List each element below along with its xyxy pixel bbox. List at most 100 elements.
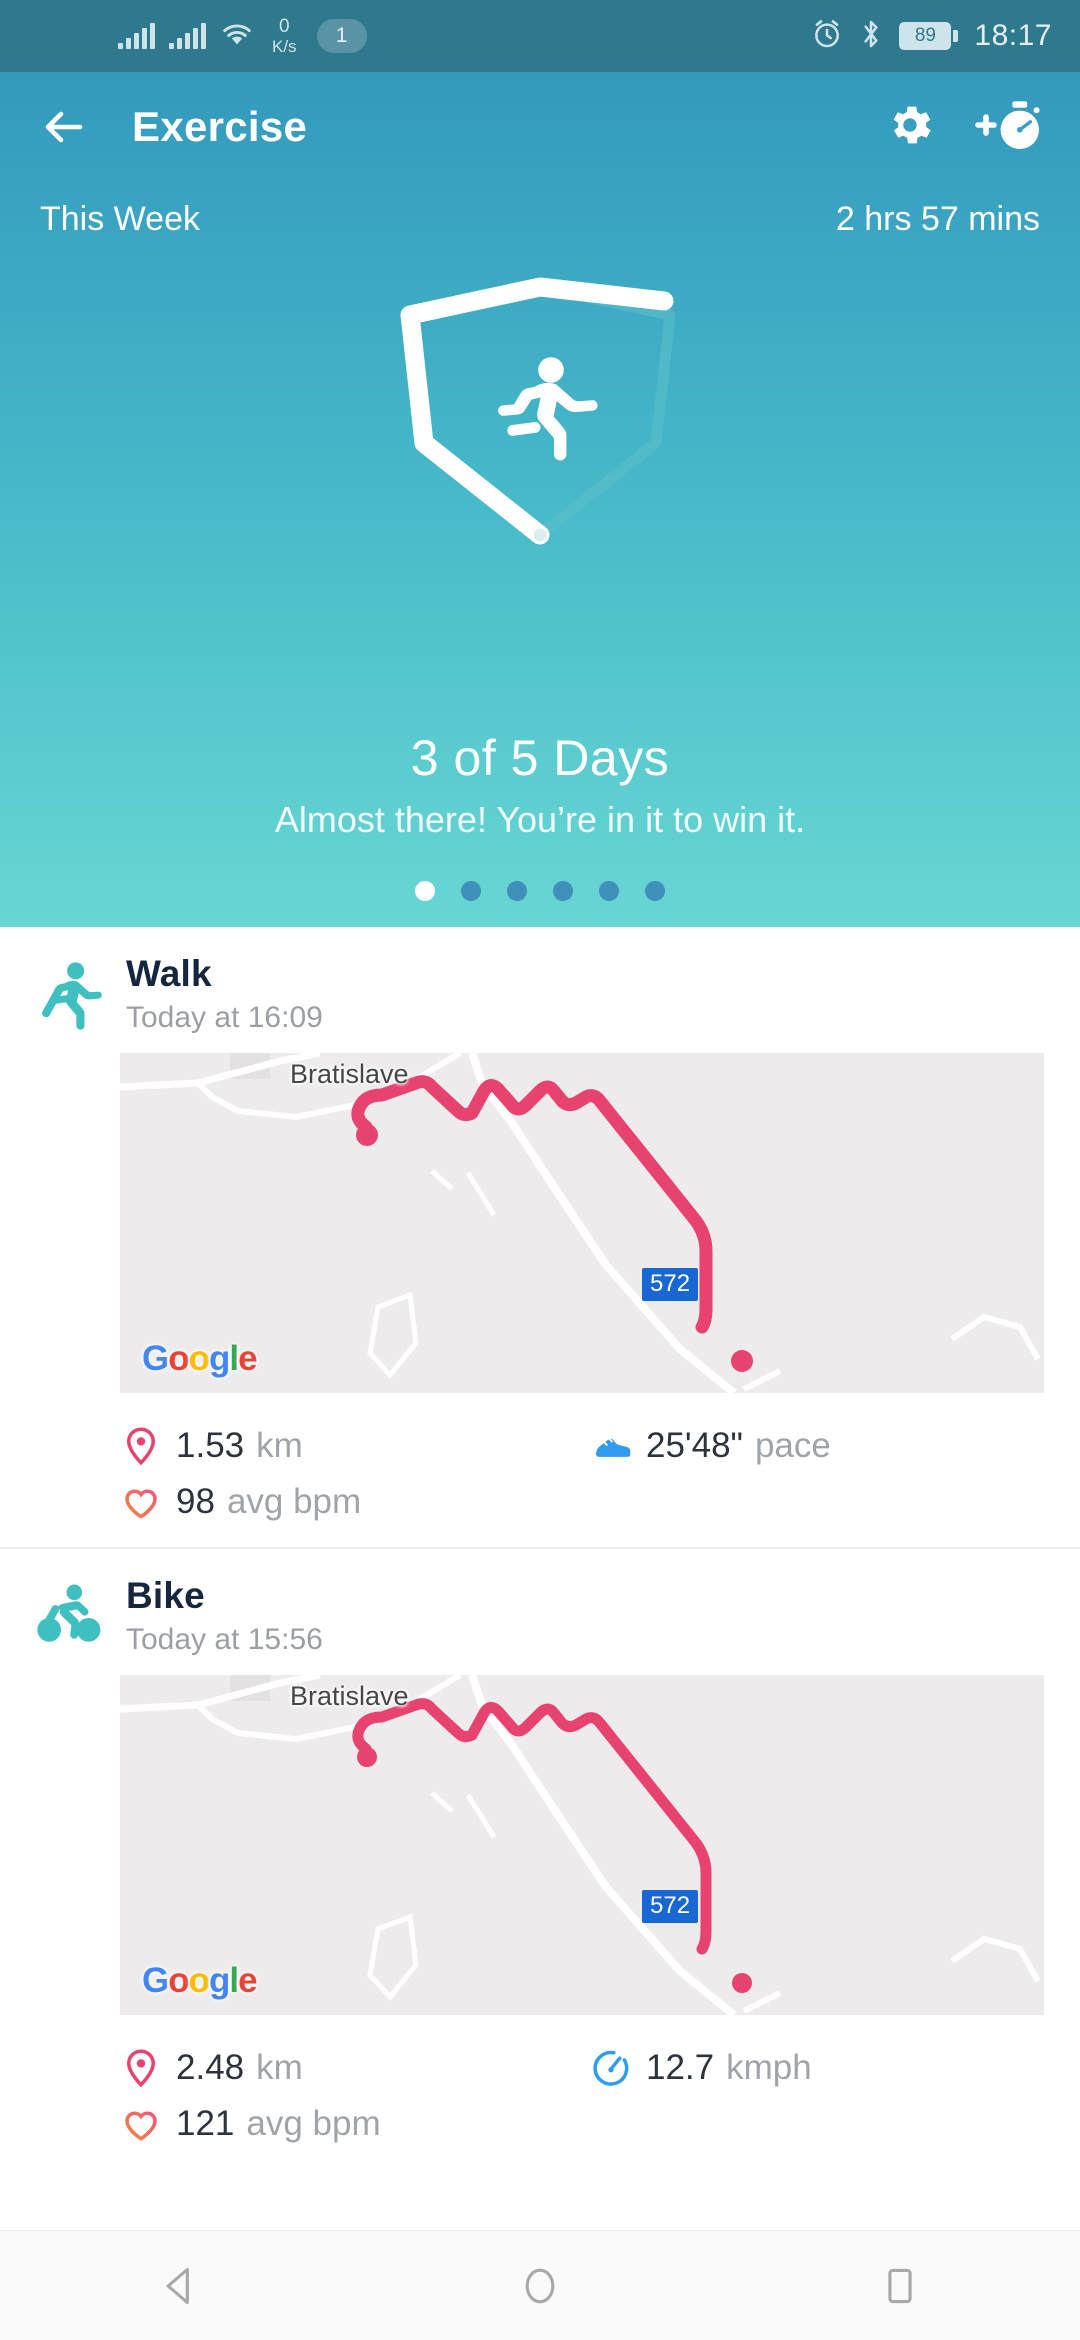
pager-dot-5[interactable] [599,881,619,901]
stat-distance: 2.48 km [120,2047,590,2089]
notification-count-badge: 1 [317,19,367,53]
activity-header: Walk Today at 16:09 [0,953,1080,1035]
network-speed-indicator: 0 K/s [272,17,297,55]
stat-row: 2.48 km 12.7 kmph [120,2047,1044,2089]
google-logo-g2: g [209,1961,229,2000]
stat-unit: km [256,1426,303,1466]
google-logo-g2: g [209,1339,229,1378]
add-stopwatch-icon[interactable] [968,97,1044,158]
stat-row: 121 avg bpm [120,2103,1044,2145]
walking-figure-icon [34,957,108,1031]
stat-row: 98 avg bpm [120,1481,1044,1523]
pager-dot-4[interactable] [553,881,573,901]
status-bar-right: 89 18:17 [811,18,1052,55]
gear-icon[interactable] [884,99,936,156]
encouragement-text: Almost there! You’re in it to win it. [0,799,1080,841]
activity-stats: 1.53 km 25'48" pace [0,1393,1080,1547]
week-label: This Week [40,200,200,239]
activity-meta: Bike Today at 15:56 [126,1575,323,1657]
exercise-hero: Exercise [0,72,1080,927]
week-total-time: 2 hrs 57 mins [836,200,1040,239]
google-logo-g1: G [142,1339,168,1378]
nav-recents-icon[interactable] [840,2231,960,2340]
stat-value: 121 [176,2104,234,2144]
stat-value: 2.48 [176,2048,244,2088]
stat-row: 1.53 km 25'48" pace [120,1425,1044,1467]
google-logo-e: e [238,1961,256,2000]
stat-unit: pace [755,1426,831,1466]
app-bar-actions [884,97,1044,158]
highway-shield-icon: 572 [642,1268,698,1301]
stat-pace: 25'48" pace [590,1425,831,1467]
activity-route-map[interactable]: Bratislave 572 Google [120,1053,1044,1393]
activity-timestamp: Today at 15:56 [126,1623,323,1657]
activity-title: Walk [126,953,323,995]
heart-icon [120,2103,162,2145]
stat-unit: km [256,2048,303,2088]
signal-bars-icon [118,23,155,49]
battery-level: 89 [901,24,949,48]
signal-bars-icon-2 [169,23,206,49]
nav-back-icon[interactable] [120,2231,240,2340]
google-logo-e: e [238,1339,256,1378]
stat-unit: avg bpm [227,1482,361,1522]
google-logo-o2: o [189,1339,209,1378]
google-logo-o2: o [189,1961,209,2000]
heart-icon [120,1481,162,1523]
days-progress-text: 3 of 5 Days [0,729,1080,787]
hero-caption: 3 of 5 Days Almost there! You’re in it t… [0,729,1080,847]
stat-heart-rate: 121 avg bpm [120,2103,590,2145]
activity-header: Bike Today at 15:56 [0,1575,1080,1657]
app-screen: 0 K/s 1 89 18:17 [0,0,1080,2340]
pager-dot-3[interactable] [507,881,527,901]
nav-home-icon[interactable] [480,2231,600,2340]
stat-heart-rate: 98 avg bpm [120,1481,590,1523]
shoe-icon [590,1425,632,1467]
google-logo-o1: o [168,1339,188,1378]
google-logo-g1: G [142,1961,168,2000]
google-logo-o1: o [168,1961,188,2000]
activity-list: Walk Today at 16:09 [0,927,1080,2230]
stat-unit: avg bpm [246,2104,380,2144]
android-nav-bar [0,2230,1080,2340]
badge-progress-ring [380,267,700,567]
alarm-icon [811,18,843,55]
pager-dot-2[interactable] [461,881,481,901]
google-logo-l: l [229,1961,238,2000]
location-pin-icon [120,1425,162,1467]
activity-card-walk[interactable]: Walk Today at 16:09 [0,927,1080,1547]
location-pin-icon [120,2047,162,2089]
running-figure-icon [498,357,598,460]
map-canvas [120,1675,1044,2015]
status-bar-clock: 18:17 [974,19,1052,53]
network-speed-value: 0 [279,17,290,36]
hero-pager [0,847,1080,927]
wifi-icon [220,20,254,53]
battery-icon: 89 [899,22,958,50]
activity-meta: Walk Today at 16:09 [126,953,323,1035]
activity-timestamp: Today at 16:09 [126,1001,323,1035]
speedometer-icon [590,2047,632,2089]
status-bar: 0 K/s 1 89 18:17 [0,0,1080,72]
highway-shield-icon: 572 [642,1890,698,1923]
stat-speed: 12.7 kmph [590,2047,812,2089]
network-speed-unit: K/s [272,38,297,55]
stat-unit: kmph [726,2048,812,2088]
bluetooth-icon [859,18,883,55]
pager-dot-1[interactable] [415,881,435,901]
google-logo-l: l [229,1339,238,1378]
stat-value: 1.53 [176,1426,244,1466]
back-arrow-icon[interactable] [36,99,92,155]
activity-title: Bike [126,1575,323,1617]
stat-value: 98 [176,1482,215,1522]
week-summary-row: This Week 2 hrs 57 mins [0,182,1080,239]
page-title: Exercise [132,103,307,151]
stat-value: 25'48" [646,1426,743,1466]
pager-dot-6[interactable] [645,881,665,901]
activity-route-map[interactable]: Bratislave 572 Google [120,1675,1044,2015]
status-bar-left: 0 K/s 1 [118,17,367,55]
map-canvas [120,1053,1044,1393]
app-bar: Exercise [0,72,1080,182]
activity-card-bike[interactable]: Bike Today at 15:56 [0,1547,1080,2169]
activity-stats: 2.48 km 12.7 kmph [0,2015,1080,2169]
